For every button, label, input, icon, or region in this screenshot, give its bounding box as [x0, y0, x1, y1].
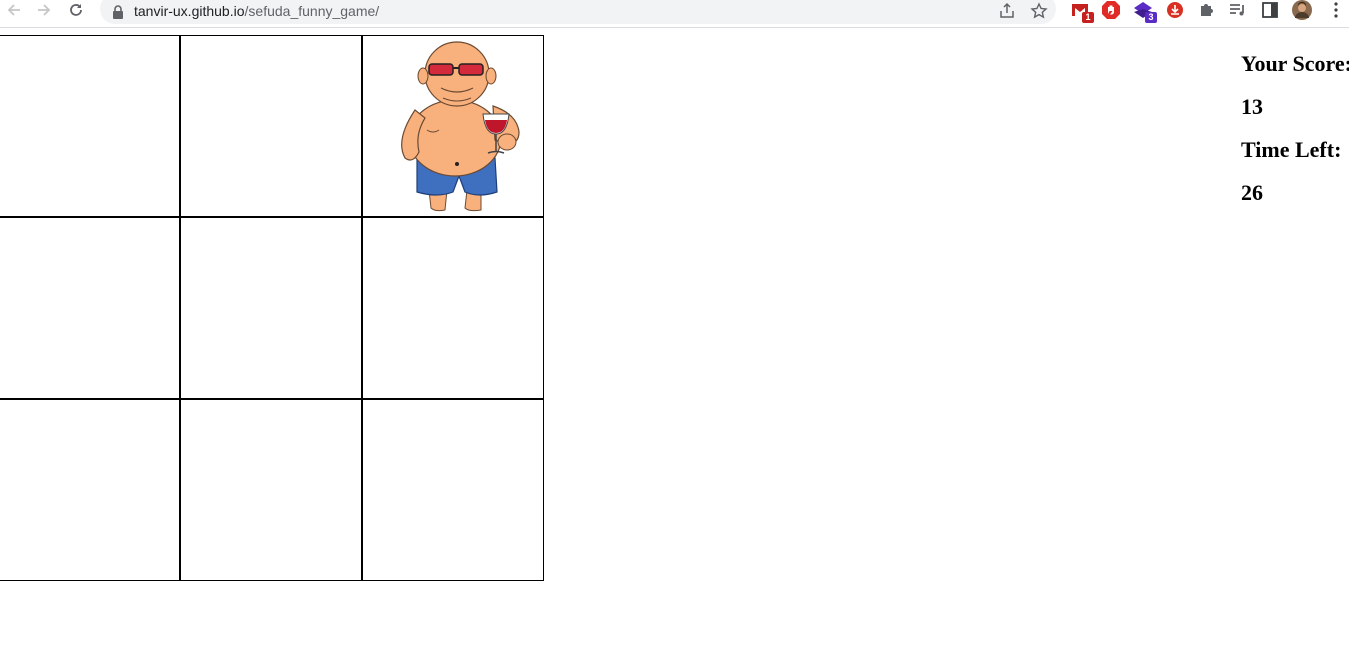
gmail-badge: 1 — [1082, 12, 1094, 23]
score-panel: Your Score: 13 Time Left: 26 — [1241, 50, 1349, 222]
grid-square-3[interactable] — [362, 35, 544, 217]
time-left-value: 26 — [1241, 180, 1263, 205]
grid-square-8[interactable] — [180, 399, 362, 581]
grid-square-1[interactable] — [0, 35, 180, 217]
url-host: tanvir-ux.github.io — [134, 3, 245, 19]
grid-square-2[interactable] — [180, 35, 362, 217]
puzzle-icon — [1201, 4, 1213, 16]
star-icon[interactable] — [1030, 2, 1048, 20]
forward-button[interactable] — [32, 0, 56, 20]
extensions-menu-button[interactable] — [1197, 0, 1217, 20]
time-left-label: Time Left: — [1241, 137, 1342, 162]
reading-list-button[interactable] — [1228, 0, 1248, 20]
arrow-right-icon — [38, 4, 51, 16]
download-extension[interactable] — [1165, 0, 1185, 20]
bald-man-character[interactable] — [395, 40, 525, 214]
more-vert-icon — [1334, 2, 1338, 18]
profile-button[interactable] — [1292, 0, 1312, 20]
avatar — [1292, 0, 1312, 20]
side-panel-icon — [1262, 2, 1278, 18]
lock-icon — [113, 5, 123, 19]
adblock-extension[interactable] — [1101, 0, 1121, 20]
url-path: /sefuda_funny_game/ — [244, 3, 380, 19]
download-ext-icon — [1167, 2, 1183, 18]
arrow-left-icon — [7, 4, 20, 16]
grid-square-4[interactable] — [0, 217, 180, 399]
gmail-extension[interactable]: 1 — [1070, 0, 1094, 23]
browser-toolbar: tanvir-ux.github.io/sefuda_funny_game/ 1… — [0, 0, 1349, 28]
score-value: 13 — [1241, 94, 1263, 119]
grid-square-5[interactable] — [180, 217, 362, 399]
extension-stack-badge: 3 — [1145, 12, 1157, 23]
side-panel-button[interactable] — [1260, 0, 1280, 20]
media-queue-icon — [1230, 4, 1244, 16]
grid-square-6[interactable] — [362, 217, 544, 399]
share-icon[interactable] — [998, 2, 1016, 20]
address-bar[interactable]: tanvir-ux.github.io/sefuda_funny_game/ — [100, 0, 1056, 24]
adblock-icon — [1102, 1, 1120, 19]
chrome-menu-button[interactable] — [1326, 0, 1346, 20]
url-text[interactable]: tanvir-ux.github.io/sefuda_funny_game/ — [134, 3, 379, 19]
game-grid — [0, 35, 544, 581]
reload-icon — [70, 4, 82, 16]
reload-button[interactable] — [64, 0, 88, 20]
back-button[interactable] — [2, 0, 26, 20]
grid-square-9[interactable] — [362, 399, 544, 581]
extension-stack[interactable]: 3 — [1133, 0, 1157, 23]
grid-square-7[interactable] — [0, 399, 180, 581]
score-label: Your Score: — [1241, 51, 1349, 76]
